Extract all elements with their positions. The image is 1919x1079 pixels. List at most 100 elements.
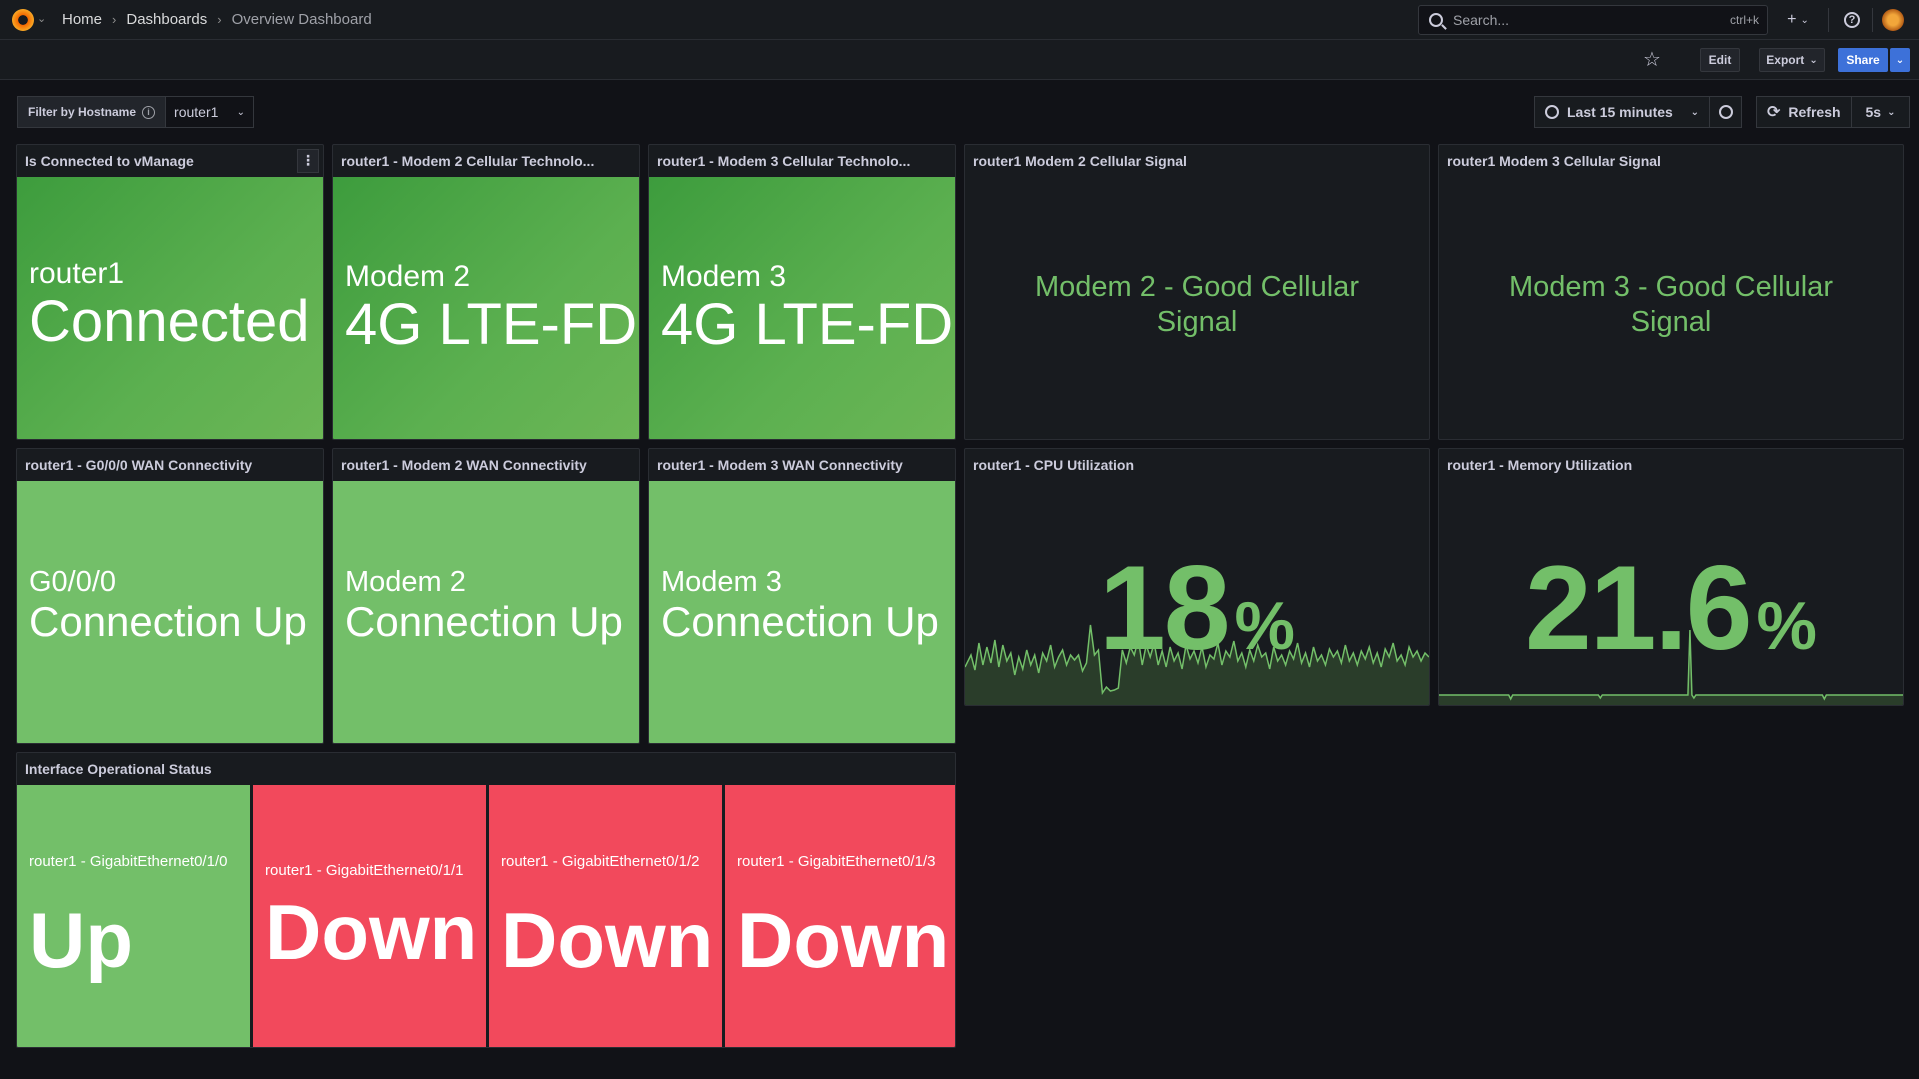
interface-name: router1 - GigabitEthernet0/1/0 xyxy=(29,853,228,870)
panel-title: router1 - Modem 3 WAN Connectivity xyxy=(657,457,903,473)
panel-modem3-tech[interactable]: router1 - Modem 3 Cellular Technolo... M… xyxy=(648,144,956,440)
stat-name: Modem 3 xyxy=(661,260,787,293)
star-icon[interactable]: ☆ xyxy=(1643,47,1661,72)
time-range-button[interactable]: Last 15 minutes ⌄ xyxy=(1534,96,1710,128)
chevron-down-icon: ⌄ xyxy=(236,106,246,118)
stat-text: Connected xyxy=(29,289,310,354)
edit-button[interactable]: Edit xyxy=(1700,48,1740,72)
share-button[interactable]: Share xyxy=(1838,48,1888,72)
panel-g000-wan[interactable]: router1 - G0/0/0 WAN Connectivity G0/0/0… xyxy=(16,448,324,744)
chevron-right-icon: › xyxy=(217,12,222,27)
export-button[interactable]: Export ⌄ xyxy=(1759,48,1825,72)
search-icon xyxy=(1429,13,1443,27)
hostname-value: router1 xyxy=(174,104,219,120)
panel-interface-status[interactable]: Interface Operational Status router1 - G… xyxy=(16,752,956,1048)
chevron-down-icon[interactable]: ⌄ xyxy=(37,12,46,25)
help-icon: ? xyxy=(1844,12,1860,28)
stat-value: router1 Connected xyxy=(29,257,310,354)
avatar[interactable] xyxy=(1882,9,1904,31)
panel-vmanage[interactable]: Is Connected to vManage ⋮ router1 Connec… xyxy=(16,144,324,440)
dashboard-toolbar: ☆ Edit Export ⌄ Share ⌄ xyxy=(0,40,1919,80)
memory-value: 21.6% xyxy=(1439,539,1903,677)
export-label: Export xyxy=(1766,53,1805,67)
cpu-number: 18 xyxy=(1099,541,1230,675)
add-button[interactable]: + ⌄ xyxy=(1782,8,1814,32)
stat-text: Connection Up xyxy=(29,597,307,645)
chevron-down-icon: ⌄ xyxy=(1895,54,1905,66)
panel-title: Interface Operational Status xyxy=(25,761,212,777)
stat-body: G0/0/0 Connection Up xyxy=(17,481,323,743)
stat-body: Modem 3 Connection Up xyxy=(649,481,955,743)
memory-number: 21.6 xyxy=(1524,541,1753,675)
chevron-down-icon: ⌄ xyxy=(1887,106,1896,118)
plus-icon: + xyxy=(1787,11,1797,28)
panel-modem3-signal[interactable]: router1 Modem 3 Cellular Signal Modem 3 … xyxy=(1438,144,1904,440)
panel-title: router1 Modem 2 Cellular Signal xyxy=(973,153,1187,169)
panel-memory[interactable]: router1 - Memory Utilization 21.6% xyxy=(1438,448,1904,706)
signal-text: Modem 2 - Good Cellular Signal xyxy=(1035,271,1359,338)
refresh-picker: ⟳ Refresh 5s ⌄ xyxy=(1756,96,1910,128)
panel-title: Is Connected to vManage xyxy=(25,153,194,169)
stat-name: Modem 2 xyxy=(345,566,466,598)
stat-body: Modem 2 4G LTE-FDD xyxy=(333,177,639,439)
interface-status-tile: router1 - GigabitEthernet0/1/2 Down xyxy=(489,785,722,1047)
refresh-button[interactable]: ⟳ Refresh xyxy=(1756,96,1852,128)
stat-text: 4G LTE-FDD xyxy=(661,292,955,357)
panel-cpu[interactable]: router1 - CPU Utilization 18% xyxy=(964,448,1430,706)
stat-value: Modem 2 4G LTE-FDD xyxy=(345,260,639,357)
grafana-logo-icon[interactable] xyxy=(12,9,34,31)
chevron-right-icon: › xyxy=(112,12,117,27)
stat-body: router1 Connected xyxy=(17,177,323,439)
interface-status: Down xyxy=(737,896,950,984)
interface-status: Down xyxy=(265,888,478,976)
stat-body: Modem 2 Connection Up xyxy=(333,481,639,743)
stat-text: Connection Up xyxy=(345,597,623,645)
panel-modem2-tech[interactable]: router1 - Modem 2 Cellular Technolo... M… xyxy=(332,144,640,440)
breadcrumb-dashboards[interactable]: Dashboards xyxy=(126,11,207,28)
stat-value: Modem 3 4G LTE-FDD xyxy=(661,260,955,357)
search-input[interactable]: Search... ctrl+k xyxy=(1418,5,1768,35)
stat-name: Modem 2 xyxy=(345,260,471,293)
panel-modem2-wan[interactable]: router1 - Modem 2 WAN Connectivity Modem… xyxy=(332,448,640,744)
interface-name: router1 - GigabitEthernet0/1/2 xyxy=(501,853,700,870)
breadcrumb-current: Overview Dashboard xyxy=(231,11,372,28)
interface-status: Up xyxy=(29,896,133,984)
cpu-unit: % xyxy=(1234,588,1295,664)
panel-modem2-signal[interactable]: router1 Modem 2 Cellular Signal Modem 2 … xyxy=(964,144,1430,440)
zoom-out-icon xyxy=(1718,105,1733,119)
signal-text: Modem 3 - Good Cellular Signal xyxy=(1509,271,1833,338)
stat-value: G0/0/0 Connection Up xyxy=(29,566,307,645)
divider xyxy=(1872,8,1873,32)
panel-title: router1 - Memory Utilization xyxy=(1447,457,1633,473)
cpu-value: 18% xyxy=(965,539,1429,677)
share-dropdown-button[interactable]: ⌄ xyxy=(1890,48,1910,72)
help-button[interactable]: ? xyxy=(1842,8,1862,32)
interface-status-tile: router1 - GigabitEthernet0/1/3 Down xyxy=(725,785,955,1047)
interface-status: Down xyxy=(501,896,714,984)
memory-unit: % xyxy=(1756,588,1818,664)
hostname-select[interactable]: router1 ⌄ xyxy=(166,96,255,128)
interface-name: router1 - GigabitEthernet0/1/1 xyxy=(265,862,464,879)
breadcrumb: Home › Dashboards › Overview Dashboard xyxy=(62,11,372,28)
hostname-filter: Filter by Hostname i router1 ⌄ xyxy=(17,96,255,128)
top-nav-bar: ⌄ Home › Dashboards › Overview Dashboard… xyxy=(0,0,1919,40)
time-picker: Last 15 minutes ⌄ xyxy=(1534,96,1742,128)
zoom-out-button[interactable] xyxy=(1710,96,1742,128)
interface-status-tile: router1 - GigabitEthernet0/1/1 Down xyxy=(253,785,486,1047)
clock-icon xyxy=(1545,105,1559,119)
interface-status-tile: router1 - GigabitEthernet0/1/0 Up xyxy=(17,785,250,1047)
chevron-down-icon: ⌄ xyxy=(1809,54,1818,66)
panel-menu-icon[interactable]: ⋮ xyxy=(297,149,319,173)
interface-name: router1 - GigabitEthernet0/1/3 xyxy=(737,853,936,870)
search-placeholder: Search... xyxy=(1453,12,1510,28)
stat-name: G0/0/0 xyxy=(29,566,117,598)
breadcrumb-home[interactable]: Home xyxy=(62,11,102,28)
filter-label: Filter by Hostname i xyxy=(17,96,167,128)
divider xyxy=(1828,8,1829,32)
refresh-interval-select[interactable]: 5s ⌄ xyxy=(1852,96,1910,128)
stat-text: 4G LTE-FDD xyxy=(345,292,639,357)
panel-title: router1 - Modem 3 Cellular Technolo... xyxy=(657,153,911,169)
info-icon[interactable]: i xyxy=(142,105,156,119)
panel-modem3-wan[interactable]: router1 - Modem 3 WAN Connectivity Modem… xyxy=(648,448,956,744)
filter-label-text: Filter by Hostname xyxy=(28,105,137,119)
